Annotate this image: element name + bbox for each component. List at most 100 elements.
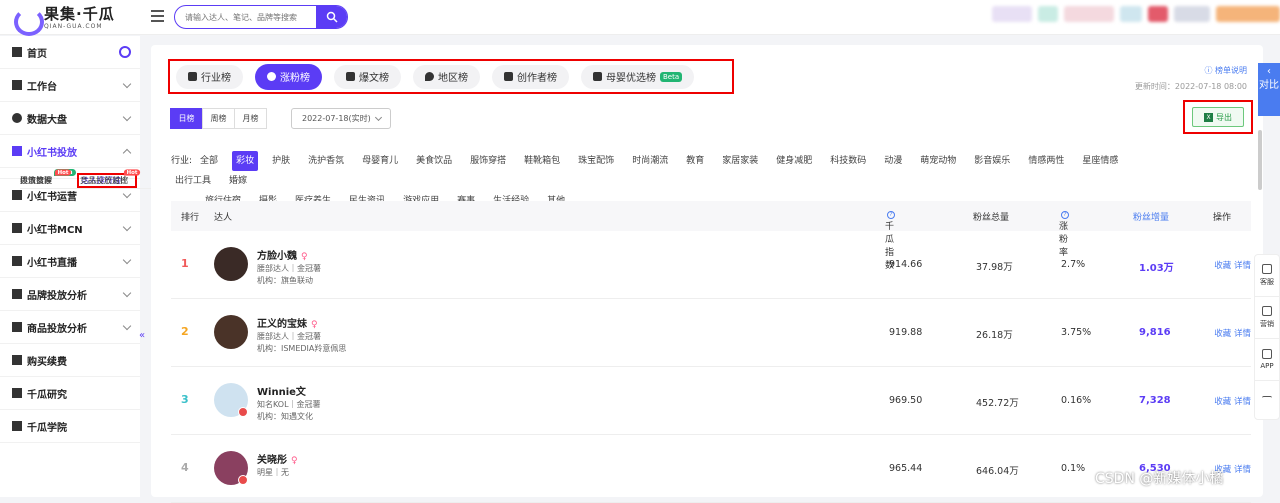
sidebar-item-label: 商品投放分析 (27, 323, 87, 335)
industry-option[interactable]: 情感两性 (1024, 151, 1068, 171)
compare-tab[interactable]: ‹ 对比 (1258, 63, 1280, 116)
collapse-sidebar-icon[interactable]: « (139, 330, 149, 350)
sidebar-item-workbench[interactable]: 工作台 (0, 69, 140, 102)
tab-creator[interactable]: 创作者榜 (492, 64, 569, 89)
logo[interactable]: 果集·千瓜 QIAN-GUA.COM (12, 5, 115, 36)
pie-chart-icon (12, 113, 22, 123)
row-actions[interactable]: 收藏 详情 (1214, 327, 1251, 339)
industry-option[interactable]: 珠宝配饰 (574, 151, 618, 171)
col-fans[interactable]: 粉丝总量 (973, 210, 1009, 223)
fans-total: 646.04万 (976, 466, 1019, 477)
industry-option[interactable]: 洗护香氛 (304, 151, 348, 171)
row-actions[interactable]: 收藏 详情 (1214, 259, 1251, 271)
marketing-button[interactable]: 营销 (1255, 297, 1279, 339)
industry-option[interactable]: 母婴育儿 (358, 151, 402, 171)
sidebar-item-dashboard[interactable]: 数据大盘 (0, 102, 140, 135)
tab-region[interactable]: 地区榜 (413, 64, 480, 89)
period-day[interactable]: 日榜 (170, 108, 203, 129)
gear-icon[interactable] (119, 46, 131, 58)
sidebar-item-purchase[interactable]: 购买续费 (0, 344, 140, 377)
female-icon: ♀ (311, 320, 318, 330)
table-row[interactable]: 4 关晓彤 ♀ 明星｜无 965.44 646.04万 0.1% 6,530 收藏 详情 (171, 435, 1251, 503)
row-actions[interactable]: 收藏 详情 (1214, 395, 1251, 407)
sidebar-item-xhs-live[interactable]: 小红书直播 (0, 245, 140, 278)
sidebar-item-label: 小红书投放 (27, 147, 77, 159)
tab-fans-growth[interactable]: 涨粉榜 (255, 63, 322, 90)
table-row[interactable]: 3 Winnie文 知名KOL｜金冠薯 机构：知遇文化 969.50 452.72万 0.1… (171, 367, 1251, 435)
ranking-tabs: 行业榜 涨粉榜 爆文榜 地区榜 创作者榜 母婴优选榜 Beta (168, 59, 734, 94)
industry-option[interactable]: 时尚潮流 (628, 151, 672, 171)
excel-icon: X (1204, 112, 1213, 122)
industry-option[interactable]: 全部 (196, 151, 222, 171)
industry-option[interactable]: 健身减肥 (772, 151, 816, 171)
app-button[interactable]: APP (1255, 339, 1279, 381)
scrollbar[interactable] (1258, 130, 1262, 190)
verified-icon (238, 475, 248, 485)
back-to-top-button[interactable] (1255, 381, 1279, 423)
search-button[interactable] (316, 6, 347, 28)
chevron-down-icon (122, 112, 132, 122)
search-icon (326, 11, 338, 23)
menu-toggle-icon[interactable] (151, 10, 164, 22)
female-icon: ♀ (291, 456, 298, 466)
industry-option[interactable]: 彩妆 (232, 151, 259, 171)
search-input[interactable] (175, 6, 315, 28)
period-week[interactable]: 周榜 (202, 108, 235, 129)
avatar[interactable] (214, 247, 248, 281)
industry-option[interactable]: 鞋靴箱包 (520, 151, 564, 171)
help-icon: ? (1061, 210, 1069, 219)
industry-option[interactable]: 家居家装 (718, 151, 762, 171)
fans-total: 452.72万 (976, 398, 1019, 409)
kol-name[interactable]: 关晓彤 ♀ (257, 451, 298, 466)
chevron-down-icon (122, 189, 132, 199)
sidebar-item-academy[interactable]: 千瓜学院 (0, 410, 140, 443)
verified-icon (238, 407, 248, 417)
sidebar-item-product-analysis[interactable]: 商品投放分析 (0, 311, 140, 344)
service-button[interactable]: 客服 (1255, 255, 1279, 297)
kol-name[interactable]: 正义的宝妹 ♀ (257, 315, 318, 330)
col-rank: 排行 (181, 213, 200, 223)
fans-total: 37.98万 (976, 262, 1013, 273)
industry-option[interactable]: 萌宠动物 (916, 151, 960, 171)
sidebar-item-home[interactable]: 首页 (0, 36, 140, 69)
export-button[interactable]: X 导出 (1192, 107, 1244, 127)
kol-name[interactable]: 方脸小魏 ♀ (257, 247, 308, 262)
industry-option[interactable]: 影音娱乐 (970, 151, 1014, 171)
sidebar-item-xhs-ops[interactable]: 小红书运营 (0, 179, 140, 212)
location-icon (425, 72, 434, 81)
industry-option[interactable]: 星座情感 (1078, 151, 1122, 171)
rank-help-link[interactable]: ⓘ 榜单说明 (1204, 65, 1247, 76)
date-select[interactable]: 2022-07-18(实时) (291, 108, 391, 129)
brand-icon (12, 289, 22, 299)
industry-option[interactable]: 婚嫁 (225, 171, 251, 191)
industry-option[interactable]: 教育 (682, 151, 708, 171)
live-icon (12, 256, 22, 266)
industry-option[interactable]: 出行工具 (171, 171, 215, 191)
industry-option[interactable]: 动漫 (880, 151, 906, 171)
industry-option[interactable]: 美食饮品 (412, 151, 456, 171)
sidebar-submenu: 达人搜索Hot达人排行榜Hot 舆情监控Beta竞品投放监控 投放管理Hot竞品… (0, 168, 1100, 189)
arrow-top-icon (1262, 395, 1272, 406)
sidebar-item-xhs-mcn[interactable]: 小红书MCN (0, 212, 140, 245)
period-month[interactable]: 月榜 (234, 108, 267, 129)
industry-option[interactable]: 服饰穿搭 (466, 151, 510, 171)
tab-industry[interactable]: 行业榜 (176, 64, 243, 89)
sidebar-item-label: 数据大盘 (27, 114, 67, 126)
tab-hot-posts[interactable]: 爆文榜 (334, 64, 401, 89)
sidebar-item-research[interactable]: 千瓜研究 (0, 377, 140, 410)
user-info-blurred[interactable] (992, 6, 1280, 22)
table-row[interactable]: 1 方脸小魏 ♀ 腰部达人｜金冠薯 机构：旗鱼联动 914.66 37.98万 2.7% 1.0… (171, 231, 1251, 299)
tab-maternal[interactable]: 母婴优选榜 Beta (581, 64, 695, 89)
help-icon: ? (887, 210, 895, 219)
industry-option[interactable]: 护肤 (268, 151, 294, 171)
sidebar-item-xhs-ads[interactable]: 小红书投放 (0, 135, 140, 168)
col-index[interactable]: 千瓜指数? (885, 210, 895, 271)
industry-option[interactable]: 科技数码 (826, 151, 870, 171)
avatar[interactable] (214, 315, 248, 349)
kol-name[interactable]: Winnie文 (257, 383, 306, 398)
col-rate[interactable]: 涨粉率? (1059, 210, 1069, 258)
col-fans-increment[interactable]: 粉丝增量 (1133, 210, 1169, 223)
fans-rate: 0.16% (1061, 395, 1092, 406)
sidebar-item-brand-analysis[interactable]: 品牌投放分析 (0, 278, 140, 311)
table-row[interactable]: 2 正义的宝妹 ♀ 腰部达人｜金冠薯 机构：ISMEDIA羚意佩思 919.88 26.18… (171, 299, 1251, 367)
